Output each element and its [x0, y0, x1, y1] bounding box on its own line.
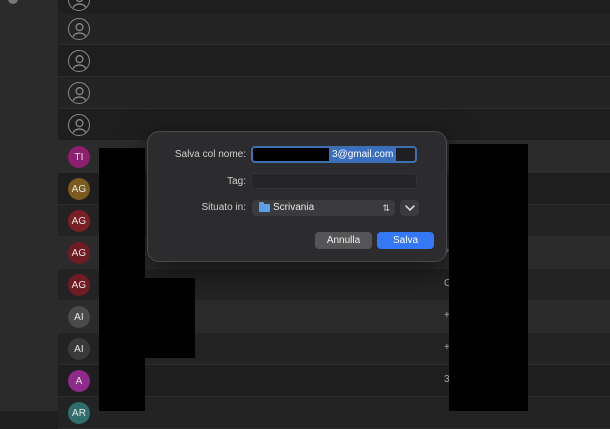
- redaction-block: [253, 148, 330, 161]
- expand-button[interactable]: [400, 200, 419, 216]
- redaction-block: [99, 148, 145, 411]
- person-icon: [72, 118, 86, 133]
- avatar: AG: [68, 210, 90, 232]
- save-button[interactable]: Salva: [377, 232, 434, 249]
- person-icon: [72, 54, 86, 69]
- avatar: A: [68, 370, 90, 392]
- contact-row[interactable]: [58, 45, 610, 77]
- folder-icon: [259, 202, 270, 212]
- avatar: AG: [68, 274, 90, 296]
- sidebar: [0, 0, 58, 411]
- person-icon: [72, 86, 86, 101]
- contact-row[interactable]: [58, 77, 610, 109]
- sidebar-icon: [8, 0, 18, 4]
- avatar: [68, 0, 90, 11]
- tag-label: Tag:: [227, 176, 246, 187]
- avatar: AG: [68, 242, 90, 264]
- avatar: AI: [68, 306, 90, 328]
- person-icon: [72, 0, 86, 8]
- avatar: AI: [68, 338, 90, 360]
- avatar: TI: [68, 146, 90, 168]
- location-label: Situato in:: [201, 202, 246, 213]
- redaction-block: [449, 144, 528, 411]
- avatar: [68, 82, 90, 104]
- avatar: [68, 50, 90, 72]
- person-icon: [72, 22, 86, 37]
- filename-field[interactable]: 3@gmail.com: [251, 146, 417, 163]
- avatar: [68, 18, 90, 40]
- avatar: AG: [68, 178, 90, 200]
- avatar: AR: [68, 402, 90, 424]
- filename-text: 3@gmail.com: [329, 148, 397, 161]
- redaction-block: [145, 278, 195, 358]
- chevron-updown-icon: ⇅: [382, 203, 390, 213]
- contact-row[interactable]: [58, 13, 610, 45]
- cancel-button[interactable]: Annulla: [315, 232, 372, 249]
- location-select[interactable]: Scrivania ⇅: [252, 200, 395, 216]
- avatar: [68, 114, 90, 136]
- save-dialog: Salva col nome: 3@gmail.com Tag: Situato…: [147, 131, 447, 262]
- save-as-label: Salva col nome:: [174, 149, 246, 160]
- location-value: Scrivania: [273, 202, 315, 213]
- chevron-down-icon: [404, 205, 415, 211]
- tag-field[interactable]: [251, 173, 417, 189]
